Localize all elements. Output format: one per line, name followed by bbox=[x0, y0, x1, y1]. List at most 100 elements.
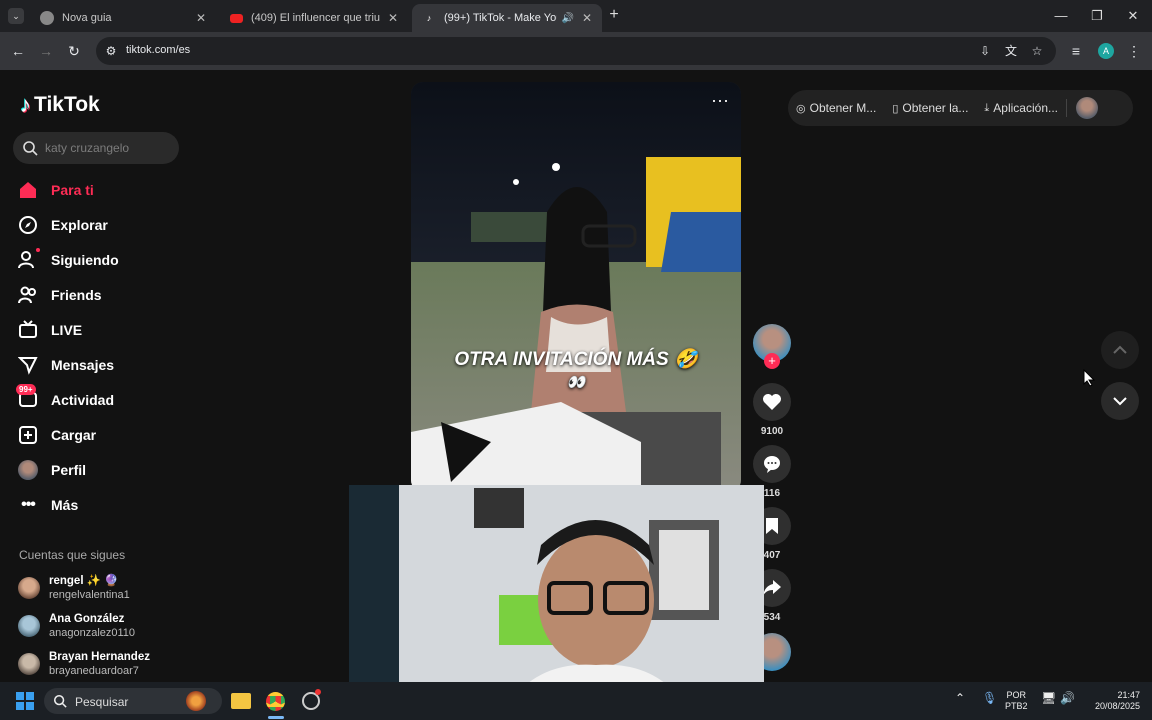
followed-account[interactable]: Ana González anagonzalez0110 bbox=[18, 612, 135, 640]
comment-icon[interactable] bbox=[753, 445, 791, 483]
nav-cargar[interactable]: Cargar bbox=[18, 423, 96, 447]
nav-mas[interactable]: ••• Más bbox=[18, 493, 78, 517]
nav-perfil[interactable]: Perfil bbox=[18, 458, 86, 482]
language-indicator[interactable]: POR PTB2 bbox=[1005, 690, 1028, 712]
account-handle: rengelvalentina1 bbox=[49, 589, 130, 601]
network-icon[interactable]: 🖥 bbox=[1041, 692, 1056, 704]
clock-date: 20/08/2025 bbox=[1094, 701, 1140, 711]
omnibox[interactable]: ⚙ tiktok.com/es ⇩ 文 ☆ bbox=[96, 37, 1056, 65]
close-icon[interactable]: ✕ bbox=[196, 11, 206, 25]
messages-icon bbox=[18, 355, 38, 375]
speaker-icon[interactable]: 🔊 bbox=[561, 13, 573, 24]
tiktok-icon: ♪ bbox=[20, 92, 31, 117]
windows-start-icon[interactable] bbox=[16, 692, 34, 710]
creator-avatar-action[interactable]: + bbox=[753, 324, 791, 369]
like-action[interactable]: 9100 bbox=[753, 383, 791, 437]
address-toolbar: ← → ↻ ⚙ tiktok.com/es ⇩ 文 ☆ ≡ A ⋮ bbox=[0, 32, 1152, 70]
site-info-icon[interactable]: ⚙ bbox=[102, 42, 120, 60]
nav-friends[interactable]: Friends bbox=[18, 283, 102, 307]
close-icon[interactable]: ✕ bbox=[388, 11, 398, 25]
video-player[interactable]: ··· OTRA INVITACIÓN MÁS 🤣 👀 bbox=[411, 82, 741, 492]
avatar bbox=[18, 615, 40, 637]
caption-line: OTRA INVITACIÓN MÁS 🤣 bbox=[454, 349, 698, 370]
microphone-icon[interactable]: 🎙 bbox=[982, 692, 997, 704]
previous-video-button[interactable] bbox=[1101, 331, 1139, 369]
chrome-icon[interactable] bbox=[266, 692, 285, 711]
nav-mensajes[interactable]: Mensajes bbox=[18, 353, 114, 377]
profile-avatar[interactable] bbox=[1076, 97, 1098, 119]
nav-para-ti[interactable]: Para ti bbox=[18, 178, 94, 202]
video-more-button[interactable]: ··· bbox=[711, 90, 729, 111]
tiktok-logo[interactable]: ♪ TikTok bbox=[20, 92, 100, 118]
chevron-down-icon bbox=[1113, 397, 1127, 406]
account-handle: anagonzalez0110 bbox=[49, 627, 136, 639]
tab-search-button[interactable]: ⌄ bbox=[8, 8, 24, 24]
divider bbox=[1066, 99, 1067, 117]
search-icon bbox=[23, 141, 38, 156]
show-hidden-icons[interactable]: ⌃ bbox=[955, 692, 965, 704]
browser-tab-bar: ⌄ Nova guia ✕ (409) El influencer que tr… bbox=[0, 0, 1152, 32]
nav-explorar[interactable]: Explorar bbox=[18, 213, 108, 237]
nav-label: Friends bbox=[51, 287, 102, 303]
nav-label: Siguiendo bbox=[51, 252, 119, 268]
nav-siguiendo[interactable]: Siguiendo bbox=[18, 248, 119, 272]
chrome-icon bbox=[40, 11, 54, 25]
nav-actividad[interactable]: 99+ Actividad bbox=[16, 384, 114, 412]
media-control-icon[interactable]: ≡ bbox=[1066, 41, 1086, 61]
new-tab-button[interactable]: + bbox=[606, 6, 622, 26]
file-explorer-icon[interactable] bbox=[231, 693, 251, 709]
notification-dot bbox=[36, 248, 40, 252]
download-icon: ⤓ bbox=[984, 101, 990, 114]
live-icon bbox=[18, 320, 38, 340]
next-video-button[interactable] bbox=[1101, 382, 1139, 420]
install-app-icon[interactable]: ⇩ bbox=[976, 42, 994, 60]
url-text[interactable]: tiktok.com/es bbox=[126, 44, 190, 56]
search-input[interactable]: katy cruzangelo bbox=[13, 132, 179, 164]
forward-button[interactable]: → bbox=[36, 41, 56, 61]
clock-time: 21:47 bbox=[1117, 690, 1140, 700]
profile-avatar[interactable]: A bbox=[1098, 43, 1114, 59]
windows-taskbar: Pesquisar ⌃ 🎙 POR PTB2 🖥 🔊 21:47 20/08/2… bbox=[0, 682, 1152, 720]
download-app-button[interactable]: ⤓ Aplicación... bbox=[976, 101, 1066, 115]
get-app-button[interactable]: ▯ Obtener la... bbox=[884, 101, 976, 115]
coin-icon: ◎ bbox=[796, 102, 806, 115]
followed-account[interactable]: rengel ✨ 🔮 rengelvalentina1 bbox=[18, 574, 130, 602]
reload-button[interactable]: ↻ bbox=[64, 41, 84, 61]
close-window-button[interactable]: ✕ bbox=[1118, 6, 1148, 26]
nav-label: Mensajes bbox=[51, 357, 115, 373]
tab-tiktok[interactable]: ♪ (99+) TikTok - Make Your D 🔊 ✕ bbox=[412, 4, 602, 32]
nav-label: Explorar bbox=[51, 217, 108, 233]
activity-icon: 99+ bbox=[16, 384, 38, 410]
clock[interactable]: 21:47 20/08/2025 bbox=[1084, 690, 1140, 712]
follow-plus-icon[interactable]: + bbox=[764, 353, 780, 369]
minimize-button[interactable]: — bbox=[1046, 6, 1076, 26]
pill-label: Obtener M... bbox=[809, 101, 877, 115]
tab-label: Nova guia bbox=[62, 12, 112, 24]
friends-icon bbox=[18, 285, 38, 305]
chevron-up-icon bbox=[1113, 345, 1127, 354]
logo-text: TikTok bbox=[34, 93, 100, 116]
pill-label: Obtener la... bbox=[902, 101, 969, 115]
nav-label: LIVE bbox=[51, 322, 83, 338]
heart-icon[interactable] bbox=[753, 383, 791, 421]
nav-live[interactable]: LIVE bbox=[18, 318, 82, 342]
lang-bottom: PTB2 bbox=[1005, 701, 1028, 711]
browser-menu-icon[interactable]: ⋮ bbox=[1124, 41, 1144, 61]
tab-youtube[interactable]: (409) El influencer que triunfó : ✕ bbox=[220, 4, 408, 32]
close-icon[interactable]: ✕ bbox=[582, 11, 592, 25]
followed-account[interactable]: Brayan Hernandez brayaneduardoar7 bbox=[18, 650, 150, 678]
bookmark-star-icon[interactable]: ☆ bbox=[1028, 42, 1046, 60]
tab-label: (99+) TikTok - Make Your D bbox=[444, 12, 557, 24]
avatar bbox=[18, 653, 40, 675]
mouse-cursor-icon bbox=[1083, 369, 1095, 387]
tab-nova-guia[interactable]: Nova guia ✕ bbox=[30, 4, 216, 32]
volume-icon[interactable]: 🔊 bbox=[1060, 692, 1075, 704]
translate-icon[interactable]: 文 bbox=[1002, 42, 1020, 60]
avatar bbox=[18, 577, 40, 599]
taskbar-search-input[interactable]: Pesquisar bbox=[44, 688, 222, 714]
search-placeholder: katy cruzangelo bbox=[45, 141, 130, 155]
back-button[interactable]: ← bbox=[8, 41, 28, 61]
get-coins-button[interactable]: ◎ Obtener M... bbox=[788, 101, 884, 115]
profile-avatar bbox=[18, 460, 38, 480]
maximize-button[interactable]: ❐ bbox=[1082, 6, 1112, 26]
